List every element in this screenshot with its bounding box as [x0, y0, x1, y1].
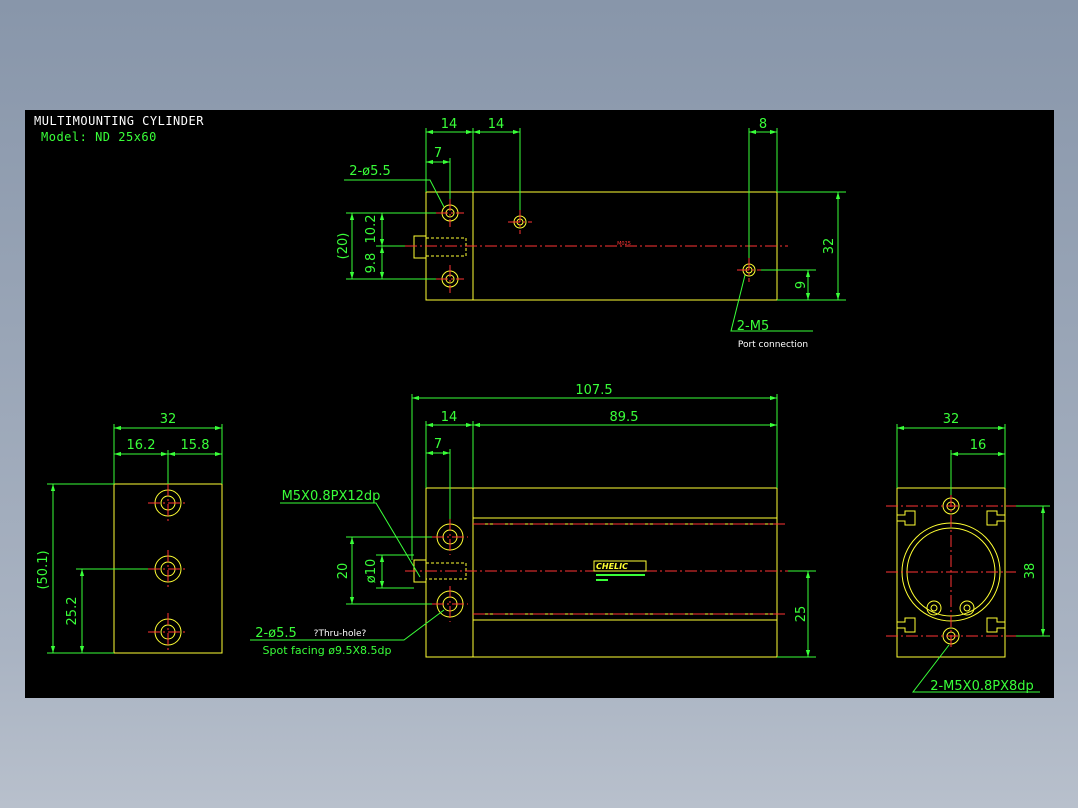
top-view: 14 14 8 7 2-ø5.5 2-M5 (20) 10.2 9.8 32 9… [336, 117, 846, 350]
dim-top-8: 8 [759, 117, 767, 132]
top-holes-label: 2-ø5.5 [349, 164, 391, 179]
dim-right-38: 38 [1023, 563, 1038, 580]
model-label: Model: ND 25x60 [41, 130, 157, 144]
dim-front-25: 25 [794, 606, 809, 623]
front-view-dimension-lines [250, 394, 816, 658]
dim-left-32: 32 [160, 412, 177, 427]
dim-top-20: (20) [336, 233, 351, 260]
dim-top-9-8: 9.8 [364, 253, 379, 274]
dim-top-7: 7 [434, 146, 442, 161]
dim-front-20: 20 [336, 563, 351, 580]
dim-front-total: 107.5 [575, 383, 612, 398]
dim-left-15-8: 15.8 [181, 438, 210, 453]
dim-front-14: 14 [441, 410, 458, 425]
dim-top-9: 9 [794, 281, 809, 289]
dim-left-16-2: 16.2 [127, 438, 156, 453]
drawing-title: MULTIMOUNTING CYLINDER [34, 114, 204, 128]
cad-viewport[interactable]: MULTIMOUNTING CYLINDER Model: ND 25x60 1… [25, 110, 1054, 698]
right-thread-label: 2-M5X0.8PX8dp [930, 679, 1034, 694]
dim-top-14b: 14 [488, 117, 505, 132]
dim-left-50-1: (50.1) [36, 550, 51, 589]
top-view-centerlines [405, 199, 788, 293]
brand-logo-text: CHELIC [596, 562, 628, 571]
right-view: 32 16 38 2-M5X0.8PX8dp [886, 412, 1050, 694]
dim-left-25-2: 25.2 [65, 597, 80, 626]
front-view-outline [413, 487, 778, 658]
brand-plate: CHELIC [593, 560, 647, 581]
front-holes-label: 2-ø5.5 [255, 626, 297, 641]
top-view-dimension-lines [344, 128, 846, 332]
front-view: CHELIC 107.5 14 89.5 7 M5X0.8PX12dp 2-ø5… [250, 383, 816, 658]
front-thread-label: M5X0.8PX12dp [282, 489, 381, 504]
right-view-centerlines [886, 495, 1016, 650]
front-spot-facing-label: Spot facing ø9.5X8.5dp [263, 644, 392, 657]
dim-front-7: 7 [434, 437, 442, 452]
top-center-mark: M025 [617, 241, 631, 247]
dim-top-32: 32 [822, 238, 837, 255]
right-view-dimension-lines [896, 424, 1050, 693]
dim-front-phi10: ø10 [364, 559, 379, 584]
dim-top-14a: 14 [441, 117, 458, 132]
dim-front-89-5: 89.5 [610, 410, 639, 425]
dim-top-10-2: 10.2 [364, 215, 379, 244]
top-port-label: 2-M5 [737, 319, 769, 334]
top-port-note: Port connection [738, 340, 808, 350]
dim-right-16: 16 [970, 438, 987, 453]
left-view-centerlines [148, 484, 188, 651]
left-view: 32 16.2 15.8 (50.1) 25.2 [36, 412, 223, 654]
drawing-canvas: 14 14 8 7 2-ø5.5 2-M5 (20) 10.2 9.8 32 9… [36, 117, 1050, 694]
front-thru-note: ?Thru-hole? [314, 629, 367, 639]
dim-right-32: 32 [943, 412, 960, 427]
